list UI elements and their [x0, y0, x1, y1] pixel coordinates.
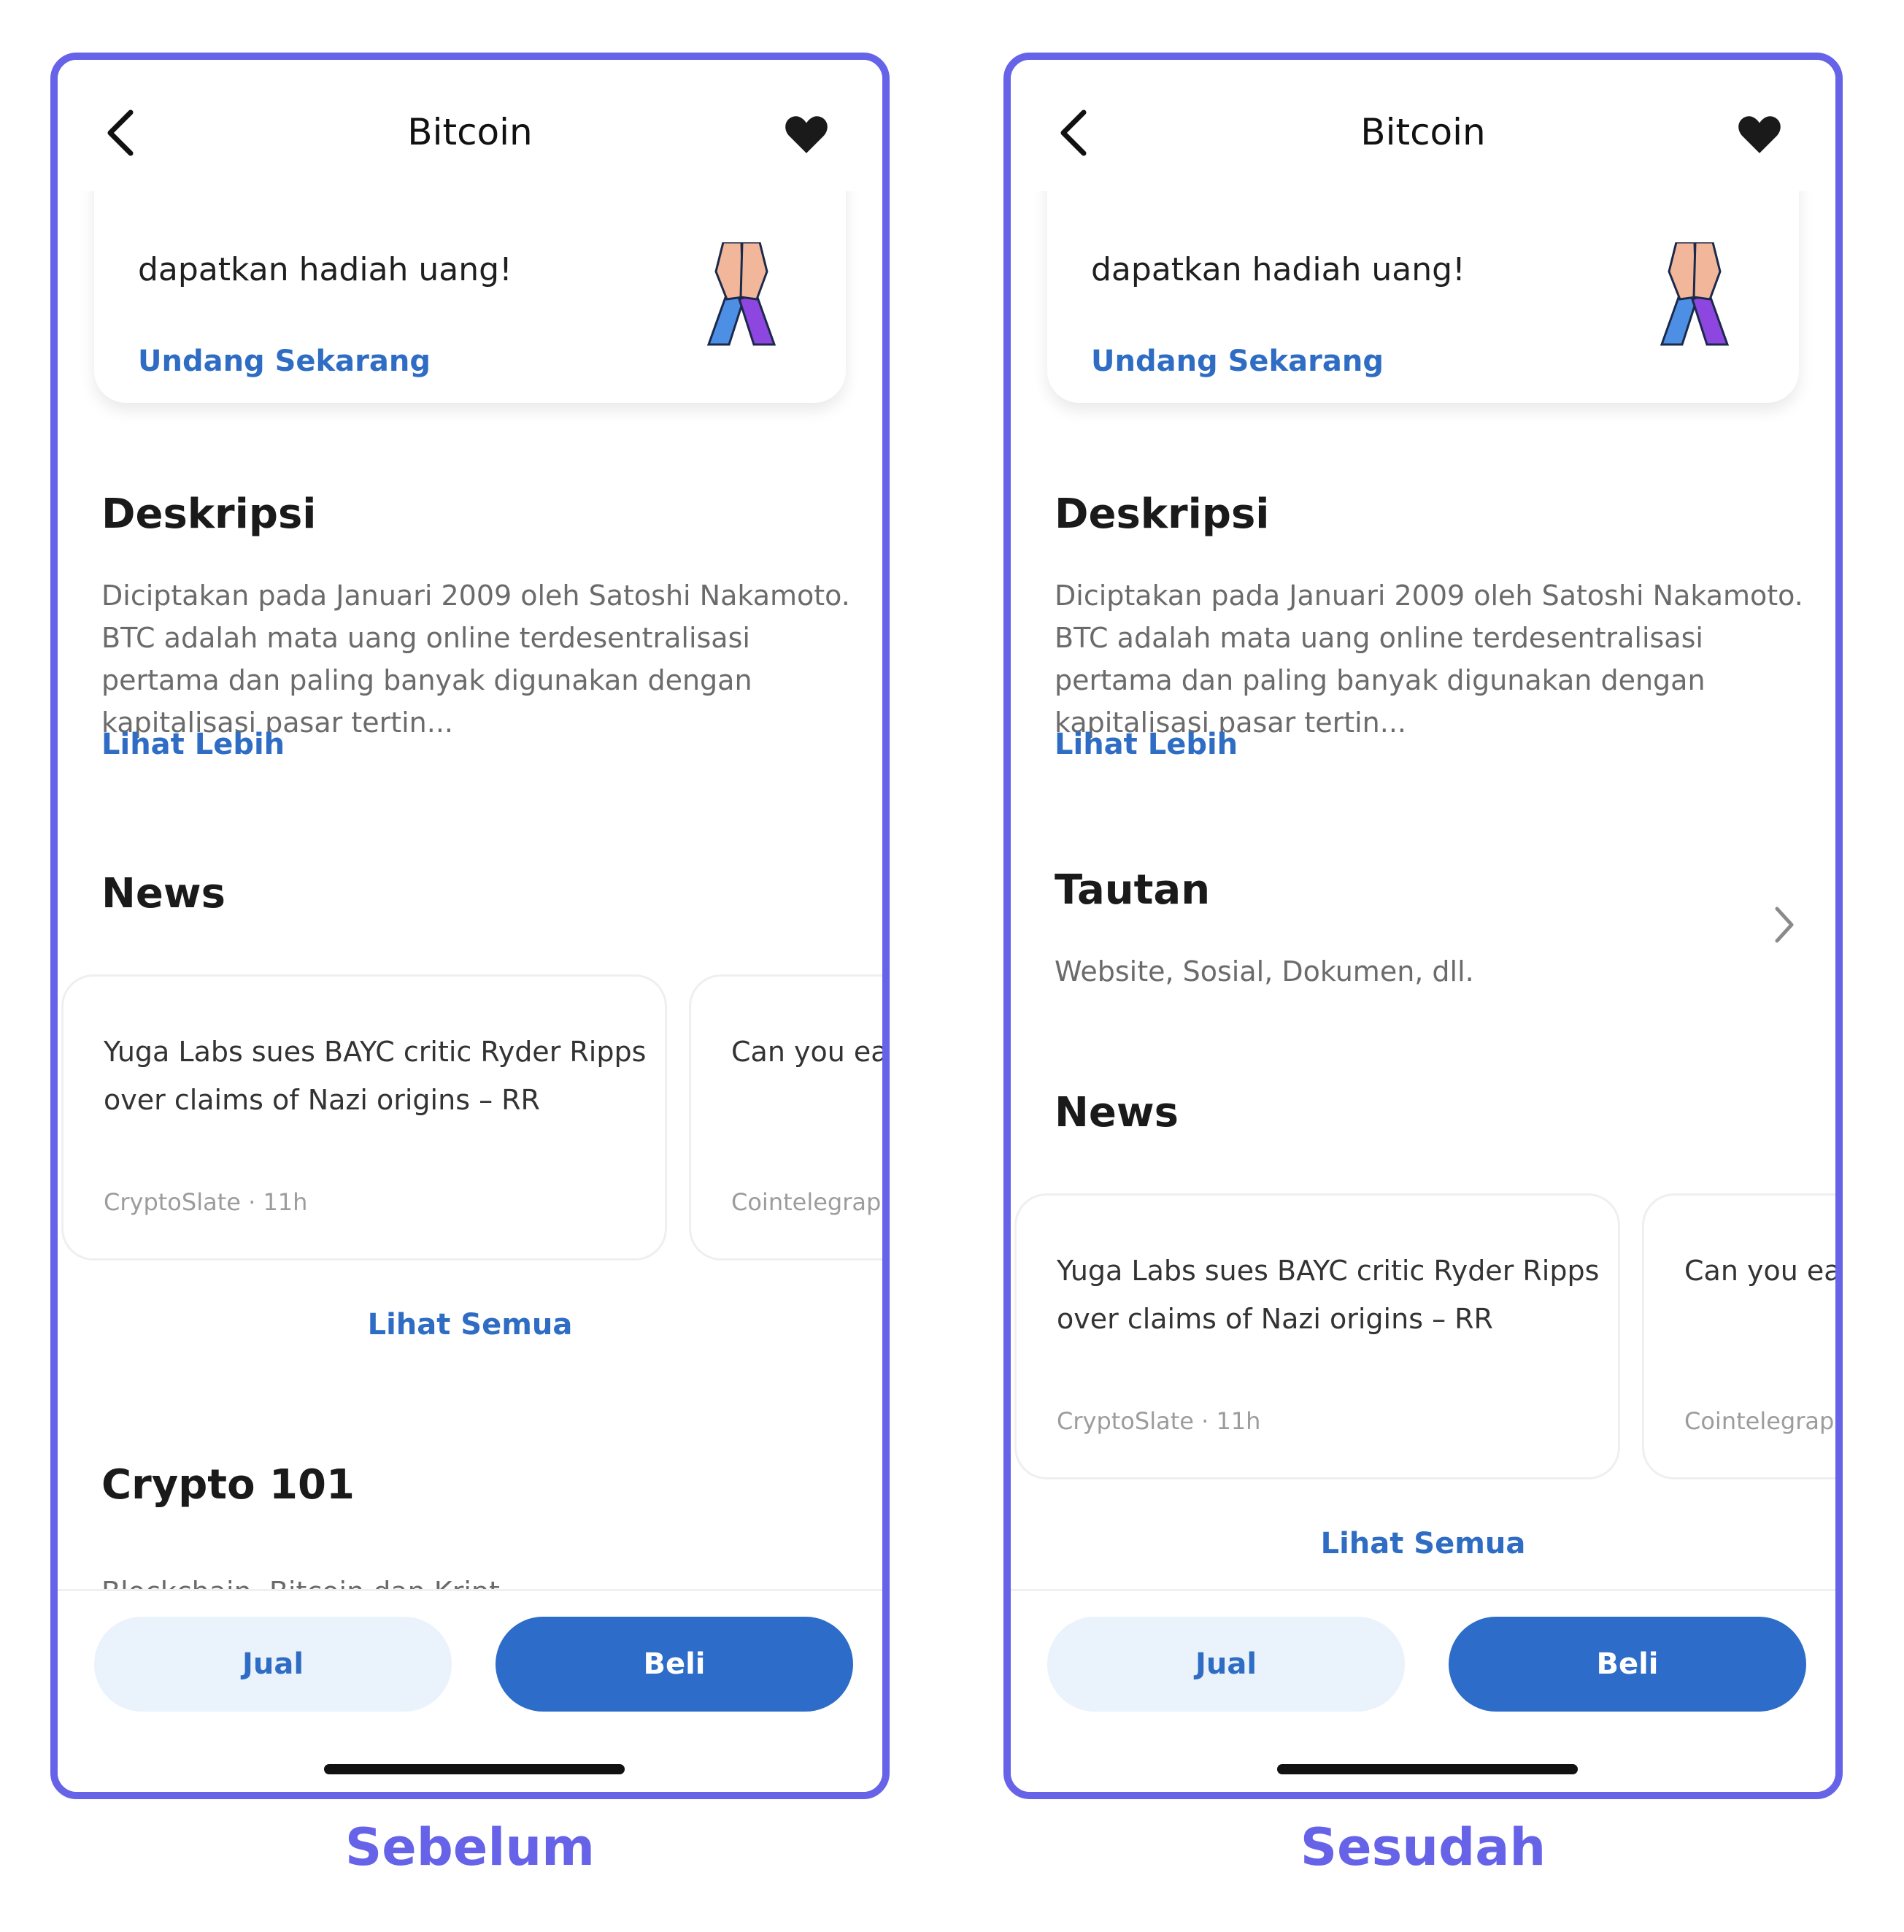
- news-title: Yuga Labs sues BAYC critic Ryder Ripps o…: [1057, 1255, 1600, 1335]
- news-meta: Cointelegraph: [731, 1188, 890, 1216]
- news-card[interactable]: Can you ear Lightning nc Cointelegraph: [689, 974, 890, 1261]
- news-title: Can you ear Lightning nc: [1684, 1255, 1841, 1287]
- news-title: Can you ear Lightning nc: [731, 1036, 888, 1068]
- links-subtitle: Website, Sosial, Dokumen, dll.: [1055, 955, 1474, 988]
- news-card[interactable]: Yuga Labs sues BAYC critic Ryder Ripps o…: [1014, 1193, 1620, 1479]
- action-bar: Jual Beli: [1011, 1589, 1835, 1792]
- caption-after: Sesudah: [1300, 1817, 1546, 1877]
- invite-now-link[interactable]: Undang Sekarang: [138, 345, 431, 378]
- buy-button[interactable]: Beli: [1449, 1617, 1806, 1712]
- news-heading: News: [1055, 1089, 1179, 1136]
- description-heading: Deskripsi: [1055, 490, 1270, 538]
- news-card[interactable]: Yuga Labs sues BAYC critic Ryder Ripps o…: [61, 974, 667, 1261]
- see-all-news-link[interactable]: Lihat Semua: [58, 1308, 882, 1342]
- praying-hands-icon: [706, 242, 776, 346]
- news-meta: Cointelegraph: [1684, 1407, 1843, 1435]
- invite-text: dapatkan hadiah uang!: [1091, 251, 1465, 288]
- buy-button[interactable]: Beli: [496, 1617, 853, 1712]
- praying-hands-icon: [1660, 242, 1730, 346]
- description-heading: Deskripsi: [101, 490, 317, 538]
- news-card[interactable]: Can you ear Lightning nc Cointelegraph: [1642, 1193, 1843, 1479]
- news-heading: News: [101, 870, 226, 917]
- screen-after: Bitcoin dapatkan hadiah uang! Undang Sek…: [1011, 60, 1835, 1792]
- top-nav-bar: Bitcoin: [58, 60, 882, 191]
- screen-before: Bitcoin dapatkan hadiah uang! Undang Sek…: [58, 60, 882, 1792]
- links-heading: Tautan: [1055, 866, 1211, 914]
- top-nav-bar: Bitcoin: [1011, 60, 1835, 191]
- see-more-link[interactable]: Lihat Lebih: [101, 728, 285, 761]
- home-indicator: [324, 1764, 625, 1774]
- phone-before: Bitcoin dapatkan hadiah uang! Undang Sek…: [50, 53, 890, 1799]
- invite-text: dapatkan hadiah uang!: [138, 251, 512, 288]
- description-text: Diciptakan pada Januari 2009 oleh Satosh…: [101, 580, 850, 739]
- news-meta: CryptoSlate · 11h: [1057, 1407, 1261, 1435]
- caption-before: Sebelum: [344, 1817, 596, 1877]
- heart-icon[interactable]: [784, 112, 829, 156]
- invite-card: dapatkan hadiah uang! Undang Sekarang: [94, 169, 846, 403]
- sell-button[interactable]: Jual: [94, 1617, 452, 1712]
- see-more-link[interactable]: Lihat Lebih: [1055, 728, 1238, 761]
- invite-card: dapatkan hadiah uang! Undang Sekarang: [1047, 169, 1799, 403]
- invite-now-link[interactable]: Undang Sekarang: [1091, 345, 1384, 378]
- crypto101-heading: Crypto 101: [101, 1461, 355, 1509]
- sell-button[interactable]: Jual: [1047, 1617, 1405, 1712]
- news-meta: CryptoSlate · 11h: [104, 1188, 308, 1216]
- home-indicator: [1277, 1764, 1578, 1774]
- heart-icon[interactable]: [1737, 112, 1782, 156]
- description-text: Diciptakan pada Januari 2009 oleh Satosh…: [1055, 580, 1803, 739]
- news-title: Yuga Labs sues BAYC critic Ryder Ripps o…: [104, 1036, 647, 1116]
- page-title: Bitcoin: [407, 111, 533, 153]
- page-title: Bitcoin: [1360, 111, 1486, 153]
- action-bar: Jual Beli: [58, 1589, 882, 1792]
- chevron-right-icon: [1775, 907, 1794, 943]
- see-all-news-link[interactable]: Lihat Semua: [1011, 1527, 1835, 1560]
- phone-after: Bitcoin dapatkan hadiah uang! Undang Sek…: [1003, 53, 1843, 1799]
